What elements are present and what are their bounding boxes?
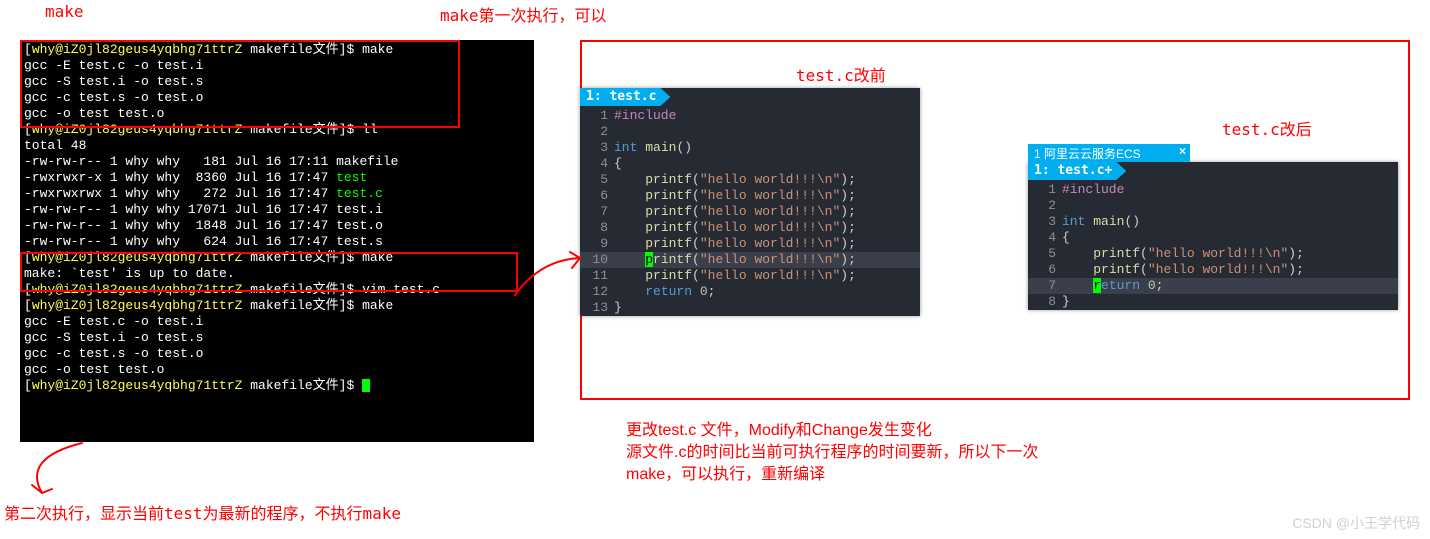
editor-window-tab[interactable]: 1 阿里云云服务ECS × [1028,144,1190,162]
annotation-line-2: 源文件.c的时间比当前可执行程序的时间要新，所以下一次 [626,442,1326,464]
arrow-icon [12,438,102,498]
label-make: make [45,2,84,21]
code-editor-after-wrap: 1 阿里云云服务ECS × 1: test.c+1#include23int m… [1028,144,1398,310]
highlight-box-first-make [20,40,460,128]
annotation-explain: 更改test.c 文件，Modify和Change发生变化 源文件.c的时间比当… [626,420,1326,486]
code-editor-after[interactable]: 1: test.c+1#include23int main()4{5 print… [1028,162,1398,310]
close-icon[interactable]: × [1179,144,1186,158]
annotation-line-3: make，可以执行，重新编译 [626,464,1326,486]
annotation-line-1: 更改test.c 文件，Modify和Change发生变化 [626,420,1326,442]
watermark: CSDN @小王学代码 [1292,513,1420,533]
window-tab-title: 1 阿里云云服务ECS [1034,145,1141,162]
arrow-icon [510,250,590,310]
label-make-first: make第一次执行，可以 [440,2,607,26]
editor-tab[interactable]: 1: test.c [580,88,670,106]
label-after: test.c改后 [1222,116,1312,140]
editor-tab[interactable]: 1: test.c+ [1028,162,1126,180]
code-editor-before[interactable]: 1: test.c1#include23int main()4{5 printf… [580,88,920,316]
highlight-box-second-make [20,252,518,292]
label-before: test.c改前 [796,62,886,86]
label-second-exec: 第二次执行，显示当前test为最新的程序，不执行make [4,500,401,524]
